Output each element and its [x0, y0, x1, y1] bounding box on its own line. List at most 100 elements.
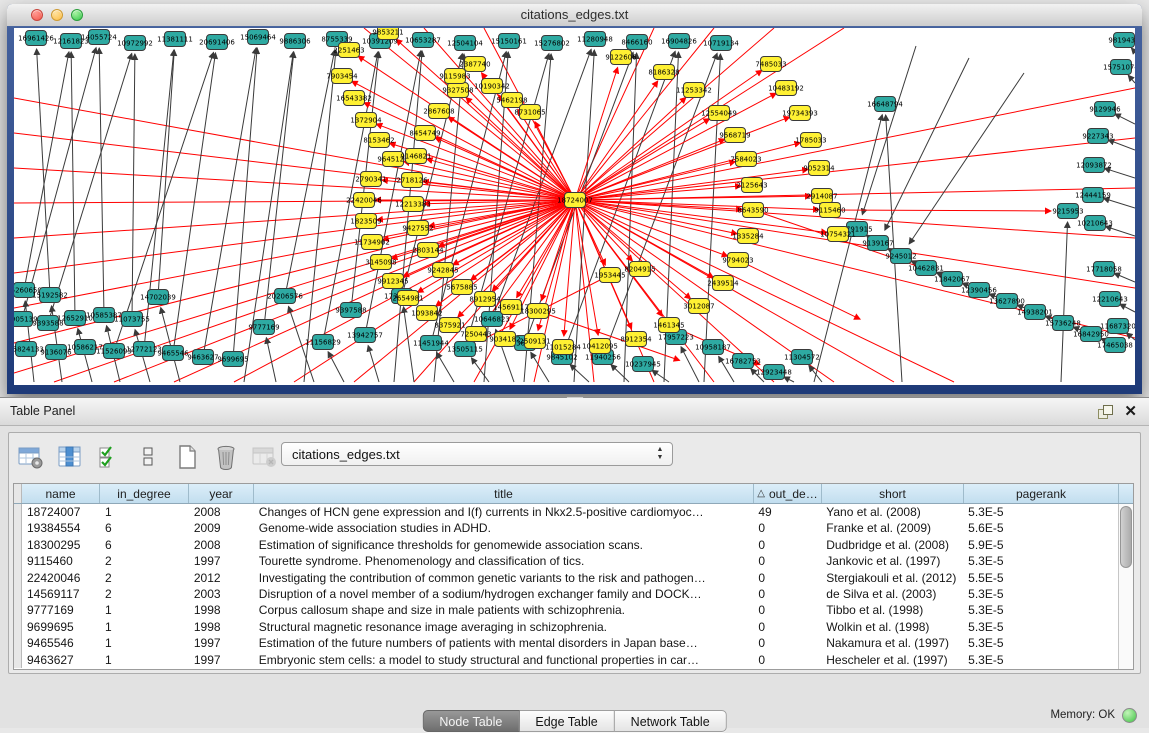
- graph-node[interactable]: 16961426: [18, 31, 54, 46]
- graph-node[interactable]: 12210643: [1092, 292, 1128, 307]
- table-row[interactable]: 946554611997Estimation of the future num…: [14, 635, 1118, 651]
- column-header-in_degree[interactable]: in_degree: [100, 484, 189, 503]
- table-settings-icon[interactable]: [17, 443, 45, 471]
- table-selector-dropdown[interactable]: citations_edges.txt ▲▼: [281, 442, 673, 466]
- graph-node[interactable]: 12554049: [701, 106, 737, 121]
- graph-node[interactable]: 10237945: [625, 357, 661, 372]
- graph-node[interactable]: 8204915: [624, 262, 655, 277]
- column-header-pagerank[interactable]: pagerank: [964, 484, 1119, 503]
- table-row[interactable]: 977716911998Corpus callosum shape and si…: [14, 602, 1118, 618]
- graph-node[interactable]: 9465546: [157, 346, 189, 361]
- graph-node[interactable]: 16904826: [661, 34, 697, 49]
- graph-node[interactable]: 9463627: [187, 350, 218, 365]
- graph-node[interactable]: 12923448: [756, 365, 792, 380]
- graph-node[interactable]: 7485033: [755, 57, 786, 72]
- table-row[interactable]: 1456911722003Disruption of a novel membe…: [14, 586, 1118, 602]
- graph-node[interactable]: 1093842: [411, 306, 442, 321]
- column-header-year[interactable]: year: [189, 484, 254, 503]
- graph-node[interactable]: 9115460: [814, 203, 845, 218]
- graph-node[interactable]: 15751074: [1103, 60, 1135, 75]
- graph-node[interactable]: 11156829: [305, 335, 341, 350]
- tab-network-table[interactable]: Network Table: [615, 710, 727, 732]
- table-row[interactable]: 1830029562008Estimation of significance …: [14, 537, 1118, 553]
- table-row[interactable]: 1872400712008Changes of HCN gene express…: [14, 504, 1118, 520]
- graph-node[interactable]: 9139167: [862, 236, 893, 251]
- table-scrollbar[interactable]: [1118, 504, 1133, 669]
- tab-node-table[interactable]: Node Table: [422, 710, 519, 732]
- graph-node[interactable]: 2125643: [736, 178, 767, 193]
- graph-node[interactable]: 20206576: [267, 289, 303, 304]
- graph-node[interactable]: 15069464: [240, 30, 276, 45]
- graph-node[interactable]: 9699695: [217, 352, 248, 367]
- graph-node[interactable]: 11304572: [784, 350, 820, 365]
- table-row[interactable]: 946362711997Embryonic stem cells: a mode…: [14, 652, 1118, 668]
- graph-node[interactable]: 14702039: [140, 290, 176, 305]
- graph-node[interactable]: 5675885: [446, 280, 477, 295]
- graph-node[interactable]: 10483192: [768, 81, 804, 96]
- graph-node[interactable]: 15276802: [534, 36, 570, 51]
- scrollbar-thumb[interactable]: [1120, 506, 1132, 568]
- close-window-button[interactable]: [31, 9, 43, 21]
- graph-node[interactable]: 15824133: [14, 342, 44, 357]
- graph-node[interactable]: 9122606: [605, 50, 637, 65]
- graph-node[interactable]: 9215953: [1052, 204, 1083, 219]
- graph-node[interactable]: 9568719: [719, 128, 750, 143]
- graph-node[interactable]: 13942757: [347, 328, 383, 343]
- graph-node[interactable]: 10972992: [117, 36, 153, 51]
- graph-node[interactable]: 8912354: [620, 332, 652, 347]
- graph-node[interactable]: 12504104: [447, 36, 483, 51]
- graph-node[interactable]: 20691406: [199, 35, 235, 50]
- column-header-short[interactable]: short: [822, 484, 964, 503]
- graph-node[interactable]: 8643590: [737, 203, 768, 218]
- graph-node[interactable]: 2790341: [355, 172, 386, 187]
- graph-node[interactable]: 11253342: [676, 83, 712, 98]
- close-panel-icon[interactable]: ✕: [1124, 398, 1137, 425]
- column-header-name[interactable]: name: [22, 484, 100, 503]
- graph-node[interactable]: 16648794: [867, 97, 903, 112]
- graph-node[interactable]: 9052314: [803, 161, 835, 176]
- graph-node[interactable]: 10210643: [1077, 216, 1113, 231]
- graph-node[interactable]: 12213383: [395, 197, 431, 212]
- graph-node[interactable]: 1372904: [350, 113, 382, 128]
- table-row[interactable]: 969969511998Structural magnetic resonanc…: [14, 619, 1118, 635]
- column-select-icon[interactable]: [56, 443, 84, 471]
- graph-node[interactable]: 12093872: [1076, 158, 1112, 173]
- graph-node[interactable]: 2914087: [806, 189, 837, 204]
- delete-table-icon[interactable]: [251, 443, 279, 471]
- new-column-icon[interactable]: [173, 443, 201, 471]
- graph-node[interactable]: 15150161: [491, 34, 527, 49]
- table-row[interactable]: 911546021997Tourette syndrome. Phenomeno…: [14, 553, 1118, 569]
- graph-node[interactable]: 2803144: [412, 243, 444, 258]
- graph-node[interactable]: 9397588: [335, 303, 366, 318]
- graph-node[interactable]: 9819433: [1108, 33, 1135, 48]
- graph-node[interactable]: 10719134: [703, 36, 739, 51]
- zoom-window-button[interactable]: [71, 9, 83, 21]
- graph-node[interactable]: 2867608: [423, 104, 454, 119]
- graph-node[interactable]: 9886306: [279, 34, 311, 49]
- float-panel-icon[interactable]: [1098, 405, 1111, 418]
- table-row[interactable]: 1938455462009Genome-wide association stu…: [14, 520, 1118, 536]
- tab-edge-table[interactable]: Edge Table: [519, 710, 614, 732]
- graph-node[interactable]: 22420046: [346, 193, 382, 208]
- graph-node[interactable]: 11381111: [157, 32, 193, 47]
- graph-node[interactable]: 7903454: [326, 69, 358, 84]
- graph-node[interactable]: 8186328: [648, 65, 679, 80]
- graph-node[interactable]: 11280948: [577, 32, 613, 47]
- row-select-icon[interactable]: [95, 443, 123, 471]
- graph-node[interactable]: 2439514: [707, 276, 739, 291]
- graph-node[interactable]: 12444159: [1075, 188, 1111, 203]
- graph-node[interactable]: 1785033: [795, 133, 826, 148]
- graph-node[interactable]: 10958187: [695, 340, 731, 355]
- column-header-out_de[interactable]: △out_de…: [754, 484, 822, 503]
- rows-icon[interactable]: [134, 443, 162, 471]
- minimize-window-button[interactable]: [51, 9, 63, 21]
- graph-node[interactable]: 2718126: [396, 173, 428, 188]
- graph-node[interactable]: 10653287: [405, 33, 441, 48]
- graph-node[interactable]: 8466160: [621, 35, 652, 50]
- graph-node[interactable]: 13505115: [447, 342, 483, 357]
- delete-column-icon[interactable]: [212, 443, 240, 471]
- column-header-title[interactable]: title: [254, 484, 754, 503]
- network-window[interactable]: citations_edges.txt 16961426121618231405…: [7, 4, 1142, 394]
- graph-node[interactable]: 1335284: [732, 229, 764, 244]
- graph-node[interactable]: 16782753: [725, 354, 761, 369]
